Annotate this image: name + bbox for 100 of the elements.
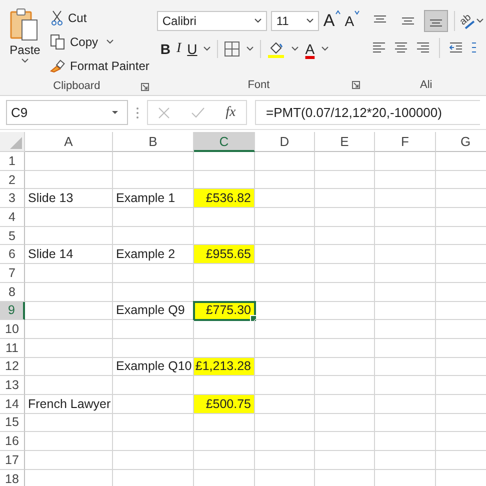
dialog-launcher-icon[interactable] [352, 81, 360, 89]
cut-button[interactable]: Cut [50, 7, 150, 29]
copy-icon [50, 34, 66, 50]
borders-icon[interactable] [224, 41, 240, 57]
paste-button[interactable]: Paste [4, 4, 46, 77]
table-cell [315, 170, 375, 190]
orientation-button[interactable]: ab [458, 12, 475, 30]
font-name-field[interactable]: Calibri [157, 11, 268, 31]
group-label: Font [248, 79, 270, 91]
table-cell [194, 451, 255, 470]
column-header[interactable]: F [375, 132, 436, 152]
table-cell [375, 358, 436, 376]
row-header[interactable]: 13 [0, 376, 25, 395]
table-cell [375, 189, 436, 208]
grow-font-button[interactable]: A [323, 10, 341, 32]
column-header[interactable]: A [25, 132, 113, 152]
table-cell [194, 152, 255, 171]
table-cell [255, 320, 315, 339]
check-icon[interactable] [190, 106, 205, 118]
table-cell [194, 264, 255, 283]
up-caret-icon [334, 10, 341, 15]
table-cell [255, 358, 315, 376]
table-cell [255, 432, 315, 451]
formula-field[interactable]: =PMT(0.07/12,12*20,-100000) [255, 100, 480, 125]
caret-icon [21, 58, 29, 64]
table-cell [315, 320, 375, 339]
table-cell: Slide 14 [25, 245, 113, 264]
table-cell [255, 302, 315, 320]
row-header[interactable]: 4 [0, 208, 25, 227]
vertical-align-button[interactable] [424, 10, 448, 32]
row-header[interactable]: 16 [0, 432, 25, 451]
dialog-launcher-icon[interactable] [141, 83, 150, 91]
caret-icon[interactable] [246, 46, 254, 52]
table-cell: £536.82 [194, 189, 255, 208]
table-cell [255, 338, 315, 358]
caret-icon [254, 18, 262, 24]
table-cell [315, 264, 375, 283]
row-header[interactable]: 14 [0, 394, 25, 414]
row-header[interactable]: 17 [0, 451, 25, 470]
row-header[interactable]: 18 [0, 470, 25, 486]
align-right-icon[interactable] [415, 41, 432, 55]
row-header[interactable]: 10 [0, 320, 25, 339]
bold-button[interactable]: B [160, 38, 170, 60]
table-cell [315, 282, 375, 302]
table-cell: £955.65 [194, 245, 255, 264]
row-header[interactable]: 1 [0, 152, 25, 171]
italic-button[interactable]: I [176, 38, 182, 60]
table-cell [255, 226, 315, 246]
name-box[interactable]: C9 [6, 100, 128, 125]
caret-icon[interactable] [320, 46, 329, 52]
column-header[interactable]: C [194, 132, 255, 152]
caret-icon [354, 10, 360, 15]
table-cell [255, 170, 315, 190]
underline-button[interactable]: U [187, 38, 198, 60]
row-header[interactable]: 7 [0, 264, 25, 283]
font-size-field[interactable]: 11 [271, 11, 320, 31]
copy-button[interactable]: Copy [50, 31, 150, 53]
table-cell [255, 282, 315, 302]
table-cell [315, 226, 375, 246]
fill-color-icon[interactable] [267, 40, 286, 58]
caret-icon[interactable] [476, 18, 484, 24]
table-cell [375, 152, 436, 171]
format-painter-button[interactable]: Format Painter [50, 55, 150, 77]
table-cell [375, 226, 436, 246]
paintbrush-icon [50, 59, 66, 73]
table-cell [375, 302, 436, 320]
column-header[interactable]: B [113, 132, 194, 152]
row-header[interactable]: 11 [0, 338, 25, 358]
row-header[interactable]: 9 [0, 302, 25, 320]
font-color-button[interactable]: A [305, 38, 315, 60]
column-header[interactable]: E [315, 132, 375, 152]
table-cell [375, 170, 436, 190]
table-cell [375, 338, 436, 358]
insert-function-button[interactable]: fx [226, 104, 236, 120]
table-cell [375, 264, 436, 283]
table-cell [315, 152, 375, 171]
caret-icon [306, 18, 314, 24]
row-header[interactable]: 6 [0, 245, 25, 264]
table-cell: £1,213.28 [194, 358, 255, 376]
align-left-icon[interactable] [371, 41, 388, 55]
table-cell: French Lawyer [25, 394, 113, 414]
decrease-indent-icon[interactable] [448, 41, 464, 55]
row-header[interactable]: 12 [0, 358, 25, 376]
table-cell [255, 208, 315, 227]
row-header[interactable]: 15 [0, 414, 25, 432]
increase-indent-icon[interactable] [470, 41, 476, 55]
table-cell [375, 208, 436, 227]
caret-icon[interactable] [203, 46, 212, 52]
table-cell [375, 245, 436, 264]
align-center-icon[interactable] [393, 41, 410, 55]
row-header[interactable]: 5 [0, 226, 25, 246]
fill-handle[interactable] [250, 315, 257, 322]
caret-icon[interactable] [291, 46, 300, 52]
column-header[interactable]: D [255, 132, 315, 152]
row-header[interactable]: 2 [0, 170, 25, 190]
row-header[interactable]: 3 [0, 189, 25, 208]
shrink-font-button[interactable]: A [344, 10, 360, 32]
table-cell [315, 245, 375, 264]
table-cell [255, 152, 315, 171]
dropdown-icon [111, 110, 119, 115]
